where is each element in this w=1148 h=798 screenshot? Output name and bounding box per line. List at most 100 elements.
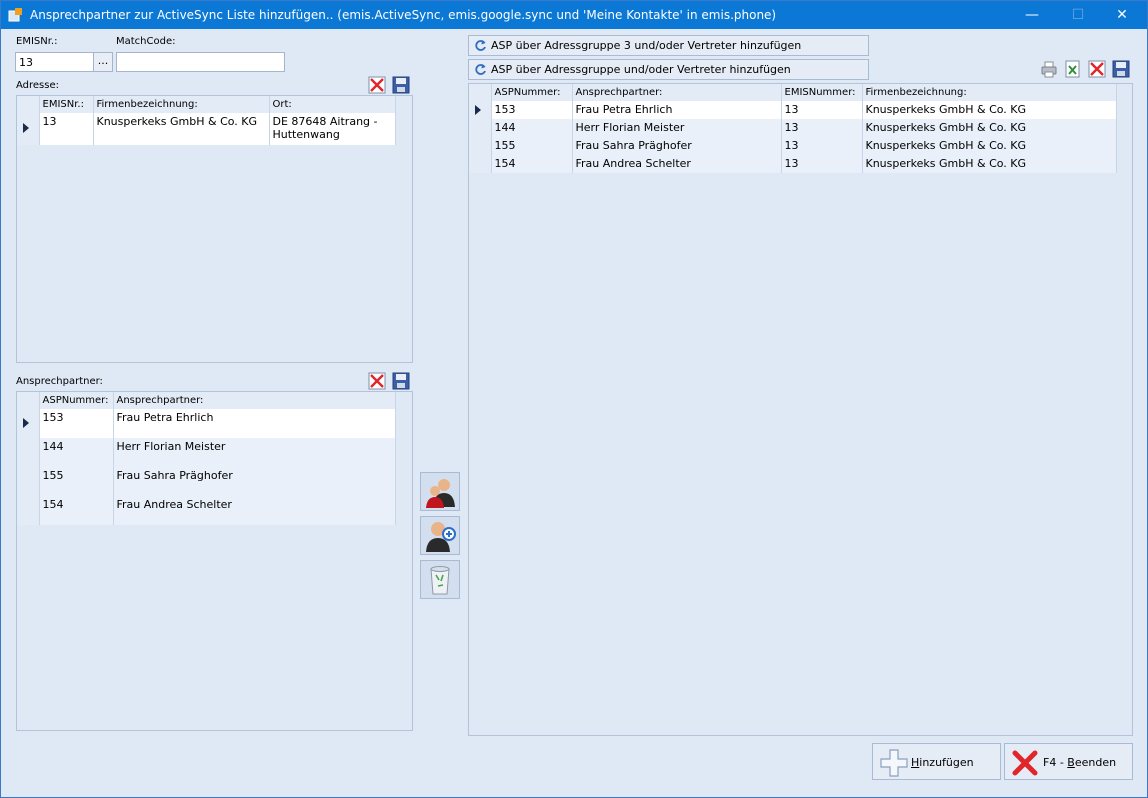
activesync-cell-name[interactable]: Herr Florian Meister — [572, 119, 782, 137]
activesync-cell-firma[interactable]: Knusperkeks GmbH & Co. KG — [862, 101, 1117, 119]
refresh-icon — [475, 64, 486, 75]
contact-cell-name[interactable]: Herr Florian Meister — [113, 438, 396, 467]
recycle-bin-button[interactable] — [420, 560, 460, 599]
add-by-group3-label: ASP über Adressgruppe 3 und/oder Vertret… — [491, 39, 802, 52]
refresh-icon — [475, 40, 486, 51]
address-panel: EMISNr.: Firmenbezeichnung: Ort: 13 Knus… — [16, 95, 413, 363]
table-row[interactable]: 153 Frau Petra Ehrlich 13 Knusperkeks Gm… — [469, 101, 1117, 119]
address-label: Adresse: — [16, 80, 59, 91]
address-col-firma[interactable]: Firmenbezeichnung: — [93, 96, 270, 113]
contact-cell-name[interactable]: Frau Andrea Schelter — [113, 496, 396, 525]
activesync-cell-firma[interactable]: Knusperkeks GmbH & Co. KG — [862, 137, 1117, 155]
activesync-cell-firma[interactable]: Knusperkeks GmbH & Co. KG — [862, 119, 1117, 137]
current-row-icon — [23, 418, 29, 428]
emisnr-lookup-button[interactable]: ... — [93, 52, 113, 72]
activesync-panel: ASPNummer: Ansprechpartner: EMISNummer: … — [468, 83, 1133, 736]
activesync-cell-name[interactable]: Frau Andrea Schelter — [572, 155, 782, 173]
contact-cell-name[interactable]: Frau Sahra Präghofer — [113, 467, 396, 496]
add-button[interactable]: Hinzufügen — [872, 743, 1001, 780]
contact-cell-name[interactable]: Frau Petra Ehrlich — [113, 409, 396, 438]
maximize-icon[interactable]: ☐ — [1055, 1, 1101, 29]
row-selector[interactable] — [469, 137, 492, 155]
row-selector[interactable] — [469, 101, 492, 119]
matchcode-label: MatchCode: — [116, 36, 176, 47]
add-button-label: Hinzufügen — [911, 756, 974, 769]
activesync-cell-emis[interactable]: 13 — [781, 101, 863, 119]
table-row[interactable]: 154 Frau Andrea Schelter — [17, 496, 396, 525]
activesync-grid: ASPNummer: Ansprechpartner: EMISNummer: … — [469, 84, 1117, 173]
table-row[interactable]: 154 Frau Andrea Schelter 13 Knusperkeks … — [469, 155, 1117, 173]
activesync-cell-emis[interactable]: 13 — [781, 119, 863, 137]
add-by-group3-button[interactable]: ASP über Adressgruppe 3 und/oder Vertret… — [468, 35, 869, 56]
app-icon — [8, 8, 22, 22]
activesync-delete-icon[interactable] — [1088, 60, 1106, 78]
add-by-group-label: ASP über Adressgruppe und/oder Vertreter… — [491, 63, 791, 76]
row-selector[interactable] — [469, 119, 492, 137]
activesync-cell-nr[interactable]: 155 — [491, 137, 573, 155]
contacts-col-name[interactable]: Ansprechpartner: — [113, 392, 396, 409]
table-row[interactable]: 13 Knusperkeks GmbH & Co. KG DE 87648 Ai… — [17, 113, 396, 145]
activesync-cell-nr[interactable]: 144 — [491, 119, 573, 137]
quit-button[interactable]: F4 - Beenden — [1004, 743, 1133, 780]
table-row[interactable]: 144 Herr Florian Meister — [17, 438, 396, 467]
contact-add-icon — [426, 522, 456, 552]
close-x-icon — [1012, 750, 1038, 776]
dialog-window: Ansprechpartner zur ActiveSync Liste hin… — [0, 0, 1148, 798]
activesync-cell-emis[interactable]: 13 — [781, 155, 863, 173]
add-single-contact-button[interactable] — [420, 516, 460, 555]
table-row[interactable]: 155 Frau Sahra Präghofer — [17, 467, 396, 496]
activesync-col-nr[interactable]: ASPNummer: — [491, 84, 573, 101]
address-delete-icon[interactable] — [368, 76, 386, 94]
recycle-bin-icon — [430, 566, 450, 595]
activesync-cell-firma[interactable]: Knusperkeks GmbH & Co. KG — [862, 155, 1117, 173]
excel-export-icon[interactable] — [1064, 60, 1082, 78]
emisnr-input[interactable]: 13 — [15, 52, 94, 72]
activesync-cell-emis[interactable]: 13 — [781, 137, 863, 155]
activesync-cell-nr[interactable]: 154 — [491, 155, 573, 173]
contacts-label: Ansprechpartner: — [16, 376, 103, 387]
address-col-emisnr[interactable]: EMISNr.: — [39, 96, 94, 113]
row-selector[interactable] — [469, 155, 492, 173]
close-icon[interactable]: ✕ — [1099, 1, 1145, 29]
title-bar: Ansprechpartner zur ActiveSync Liste hin… — [1, 1, 1147, 29]
quit-button-label: F4 - Beenden — [1043, 756, 1117, 769]
activesync-col-emis[interactable]: EMISNummer: — [781, 84, 863, 101]
contact-cell-nr[interactable]: 153 — [39, 409, 114, 438]
minimize-icon[interactable]: — — [1009, 1, 1055, 29]
plus-icon — [880, 749, 908, 777]
contact-cell-nr[interactable]: 154 — [39, 496, 114, 525]
row-selector[interactable] — [17, 467, 40, 496]
matchcode-input[interactable] — [116, 52, 285, 72]
emisnr-label: EMISNr.: — [16, 36, 58, 47]
row-selector[interactable] — [17, 496, 40, 525]
activesync-cell-name[interactable]: Frau Sahra Präghofer — [572, 137, 782, 155]
row-selector[interactable] — [17, 438, 40, 467]
address-save-icon[interactable] — [392, 76, 410, 94]
activesync-col-firma[interactable]: Firmenbezeichnung: — [862, 84, 1117, 101]
contacts-delete-icon[interactable] — [368, 372, 386, 390]
contacts-grid: ASPNummer: Ansprechpartner: 153 Frau Pet… — [17, 392, 396, 525]
row-selector[interactable] — [17, 409, 40, 438]
activesync-save-icon[interactable] — [1112, 60, 1130, 78]
print-icon[interactable] — [1040, 60, 1058, 78]
address-col-ort[interactable]: Ort: — [269, 96, 396, 113]
contacts-save-icon[interactable] — [392, 372, 410, 390]
row-selector[interactable] — [17, 113, 40, 145]
activesync-cell-nr[interactable]: 153 — [491, 101, 573, 119]
add-by-group-button[interactable]: ASP über Adressgruppe und/oder Vertreter… — [468, 59, 869, 80]
contact-cell-nr[interactable]: 155 — [39, 467, 114, 496]
current-row-icon — [23, 123, 29, 133]
table-row[interactable]: 144 Herr Florian Meister 13 Knusperkeks … — [469, 119, 1117, 137]
add-contact-button[interactable] — [420, 472, 460, 511]
address-cell-ort[interactable]: DE 87648 Aitrang - Huttenwang — [269, 113, 396, 145]
address-cell-emisnr[interactable]: 13 — [39, 113, 94, 145]
contact-cell-nr[interactable]: 144 — [39, 438, 114, 467]
activesync-col-name[interactable]: Ansprechpartner: — [572, 84, 782, 101]
address-cell-firma[interactable]: Knusperkeks GmbH & Co. KG — [93, 113, 270, 145]
activesync-cell-name[interactable]: Frau Petra Ehrlich — [572, 101, 782, 119]
table-row[interactable]: 153 Frau Petra Ehrlich — [17, 409, 396, 438]
contacts-col-nr[interactable]: ASPNummer: — [39, 392, 114, 409]
contacts-panel: ASPNummer: Ansprechpartner: 153 Frau Pet… — [16, 391, 413, 731]
address-grid: EMISNr.: Firmenbezeichnung: Ort: 13 Knus… — [17, 96, 396, 145]
table-row[interactable]: 155 Frau Sahra Präghofer 13 Knusperkeks … — [469, 137, 1117, 155]
